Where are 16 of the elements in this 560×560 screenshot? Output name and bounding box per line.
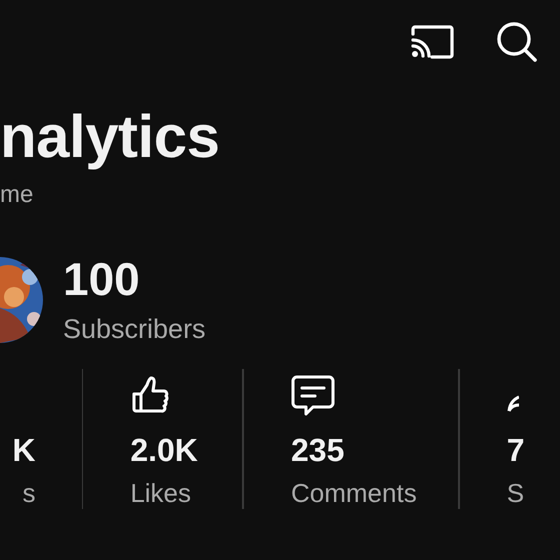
- cast-icon[interactable]: [410, 25, 454, 59]
- comment-icon: [291, 374, 335, 417]
- stat-label: S: [506, 478, 526, 509]
- stat-label: s: [22, 478, 36, 509]
- stat-value: 2.0K: [130, 434, 199, 466]
- page-title: nalytics: [0, 107, 220, 167]
- stat-label: Comments: [291, 478, 418, 509]
- stat-value: 235: [291, 434, 346, 466]
- subscriber-label: Subscribers: [63, 314, 206, 345]
- stat-label: Likes: [130, 478, 192, 509]
- thumbs-up-icon: [130, 374, 170, 415]
- search-icon[interactable]: [496, 21, 538, 63]
- subscriber-count: 100: [63, 256, 141, 302]
- stat-value: K: [12, 434, 36, 466]
- channel-name: me: [0, 181, 34, 210]
- stat-value: 7: [506, 434, 526, 466]
